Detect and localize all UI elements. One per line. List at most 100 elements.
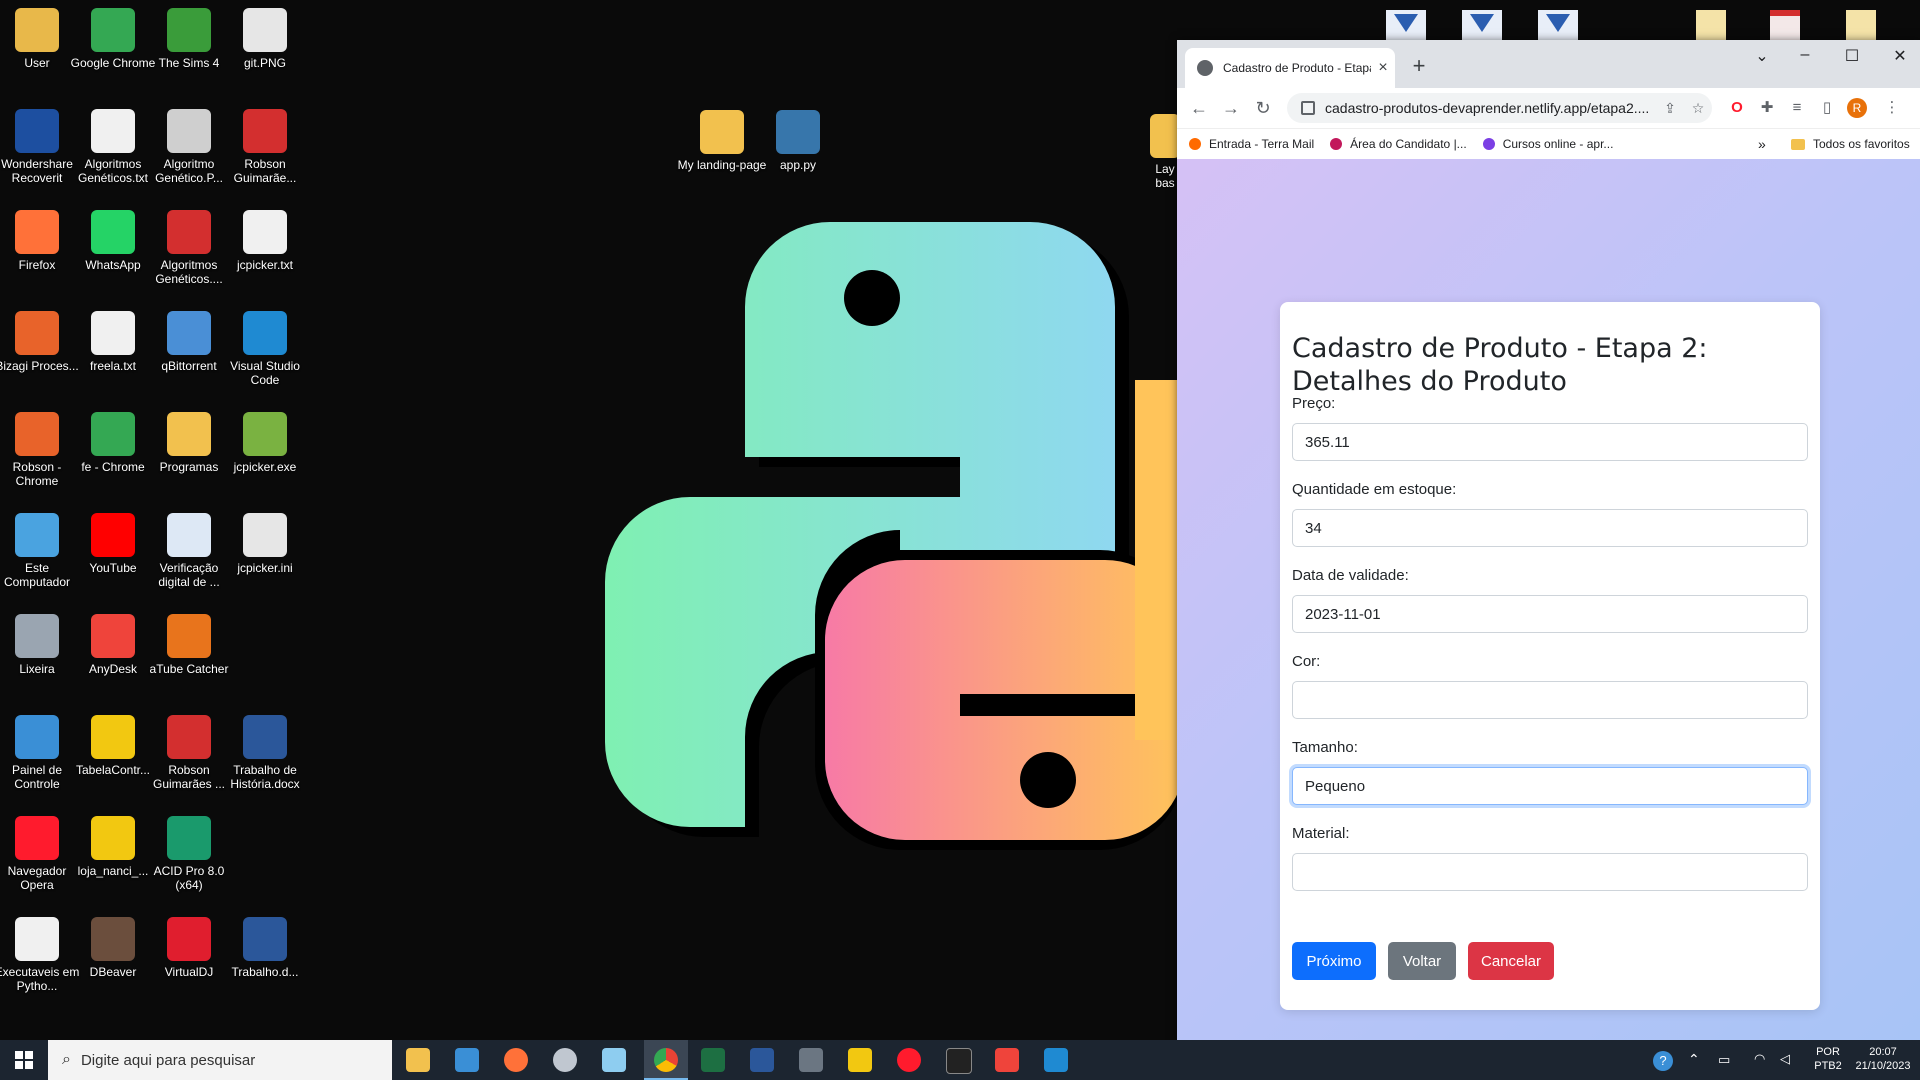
taskbar-search-box[interactable]: ⌕ Digite aqui para pesquisar [48,1040,392,1080]
store-taskbar-icon[interactable] [455,1048,479,1072]
desktop-icon[interactable]: jcpicker.exe [219,412,311,474]
next-button[interactable]: Próximo [1292,942,1376,980]
desktop-icon[interactable]: ACID Pro 8.0 (x64) [143,816,235,892]
powerbi-taskbar-icon[interactable] [848,1048,872,1072]
bizagi-icon [15,311,59,355]
bookmark-item[interactable]: Área do Candidato |... [1330,137,1467,151]
battery-icon[interactable]: ▭ [1718,1053,1730,1067]
media-control-icon[interactable]: ≡ [1787,98,1807,118]
price-input[interactable]: 365.11 [1292,423,1808,461]
terminal-taskbar-icon[interactable] [946,1048,972,1074]
calculator-taskbar-icon[interactable] [799,1048,823,1072]
expiry-date-input[interactable]: 2023-11-01 [1292,595,1808,633]
app-taskbar-icon[interactable] [553,1048,577,1072]
desktop-icon[interactable]: jcpicker.ini [219,513,311,575]
download-shortcut-icon[interactable] [1386,10,1426,40]
address-bar[interactable]: cadastro-produtos-devaprender.netlify.ap… [1287,93,1712,123]
size-label: Tamanho: [1292,739,1358,756]
desktop-icon[interactable]: app.py [752,110,844,172]
vscode-icon [243,311,287,355]
desktop-icon[interactable]: Visual Studio Code [219,311,311,387]
extensions-puzzle-icon[interactable]: ✚ [1757,98,1777,118]
stock-quantity-label: Quantidade em estoque: [1292,481,1457,498]
bookmark-favicon-icon [1482,138,1495,150]
back-button[interactable]: Voltar [1388,942,1456,980]
expiry-date-label: Data de validade: [1292,567,1409,584]
desktop-icon[interactable]: Robson Guimarãe... [219,109,311,185]
forward-icon[interactable]: → [1215,98,1247,119]
lock-icon[interactable] [1301,101,1315,115]
bookmark-item[interactable]: Cursos online - apr... [1482,137,1613,151]
tab-active[interactable]: Cadastro de Produto - Etapa 2 × [1185,48,1395,88]
text-file-icon [15,917,59,961]
control-panel-icon [15,715,59,759]
desktop-edge-icon[interactable]: Lay bas [1150,114,1180,190]
opera-taskbar-icon[interactable] [897,1048,921,1072]
desktop-icon[interactable]: git.PNG [219,8,311,70]
qbittorrent-icon [167,311,211,355]
bookmark-star-icon[interactable]: ☆ [1684,100,1712,117]
volume-icon[interactable]: ◁ [1780,1052,1790,1066]
color-input[interactable] [1292,681,1808,719]
start-button[interactable] [0,1040,48,1080]
download-shortcut-icon[interactable] [1462,10,1502,40]
desktop-icon[interactable]: Trabalho de História.docx [219,715,311,791]
bookmark-item[interactable]: Entrada - Terra Mail [1189,137,1314,151]
word-taskbar-icon[interactable] [750,1048,774,1072]
maximize-button[interactable]: ☐ [1837,46,1867,66]
file-shortcut-icon[interactable] [1846,10,1876,40]
desktop-icon[interactable]: Trabalho.d... [219,917,311,979]
file-shortcut-icon[interactable] [1696,10,1726,40]
search-icon: ⌕ [62,1051,71,1068]
vscode-taskbar-icon[interactable] [1044,1048,1068,1072]
help-icon[interactable]: ? [1653,1051,1673,1071]
side-panel-icon[interactable]: ▯ [1817,98,1837,118]
desktop-icon[interactable]: aTube Catcher [143,614,235,676]
powerbi-file-icon [91,715,135,759]
chevron-up-icon[interactable]: ⌃ [1688,1052,1700,1066]
profile-avatar[interactable]: R [1847,98,1867,118]
desktop-icon[interactable]: jcpicker.txt [219,210,311,272]
virtualdj-icon [167,917,211,961]
stock-quantity-input[interactable]: 34 [1292,509,1808,547]
notes-taskbar-icon[interactable] [602,1048,626,1072]
url-text: cadastro-produtos-devaprender.netlify.ap… [1325,100,1650,116]
bookmarks-overflow-icon[interactable]: » [1758,136,1766,152]
cancel-button[interactable]: Cancelar [1468,942,1554,980]
chrome-profile-icon [15,412,59,456]
folder-icon [1791,138,1805,150]
minimize-button[interactable]: – [1790,46,1820,64]
firefox-taskbar-icon[interactable] [504,1048,528,1072]
download-shortcut-icon[interactable] [1538,10,1578,40]
back-icon[interactable]: ← [1183,98,1215,119]
opera-extension-icon[interactable]: O [1727,98,1747,118]
language-indicator[interactable]: POR PTB2 [1812,1045,1844,1073]
menu-kebab-icon[interactable]: ⋮ [1882,98,1902,118]
pdf-shortcut-icon[interactable] [1770,10,1800,40]
page-title: Cadastro de Produto - Etapa 2: Detalhes … [1292,333,1708,397]
desktop-icon-label: git.PNG [243,56,286,70]
wifi-icon[interactable]: ◠ [1754,1052,1765,1066]
image-file-icon [167,109,211,153]
chrome-taskbar-active[interactable] [644,1040,688,1080]
excel-taskbar-icon[interactable] [701,1048,725,1072]
windows-logo-icon [15,1051,33,1069]
chrome-icon [91,8,135,52]
price-label: Preço: [1292,395,1336,412]
close-tab-icon[interactable]: × [1371,59,1395,77]
close-window-button[interactable]: ✕ [1885,46,1915,66]
clock[interactable]: 20:07 21/10/2023 [1850,1045,1916,1073]
tab-search-icon[interactable]: ⌄ [1747,46,1777,66]
share-icon[interactable]: ⇪ [1656,100,1684,117]
python-logo-wallpaper [605,222,1180,850]
all-bookmarks-link[interactable]: Todos os favoritos [1813,137,1910,151]
reload-icon[interactable]: ↻ [1247,98,1279,119]
new-tab-button[interactable]: + [1405,52,1433,80]
anydesk-taskbar-icon[interactable] [995,1048,1019,1072]
material-label: Material: [1292,825,1350,842]
size-input[interactable]: Pequeno [1292,767,1808,805]
opera-icon [15,816,59,860]
material-input[interactable] [1292,853,1808,891]
color-label: Cor: [1292,653,1321,670]
file-explorer-taskbar-icon[interactable] [406,1048,430,1072]
